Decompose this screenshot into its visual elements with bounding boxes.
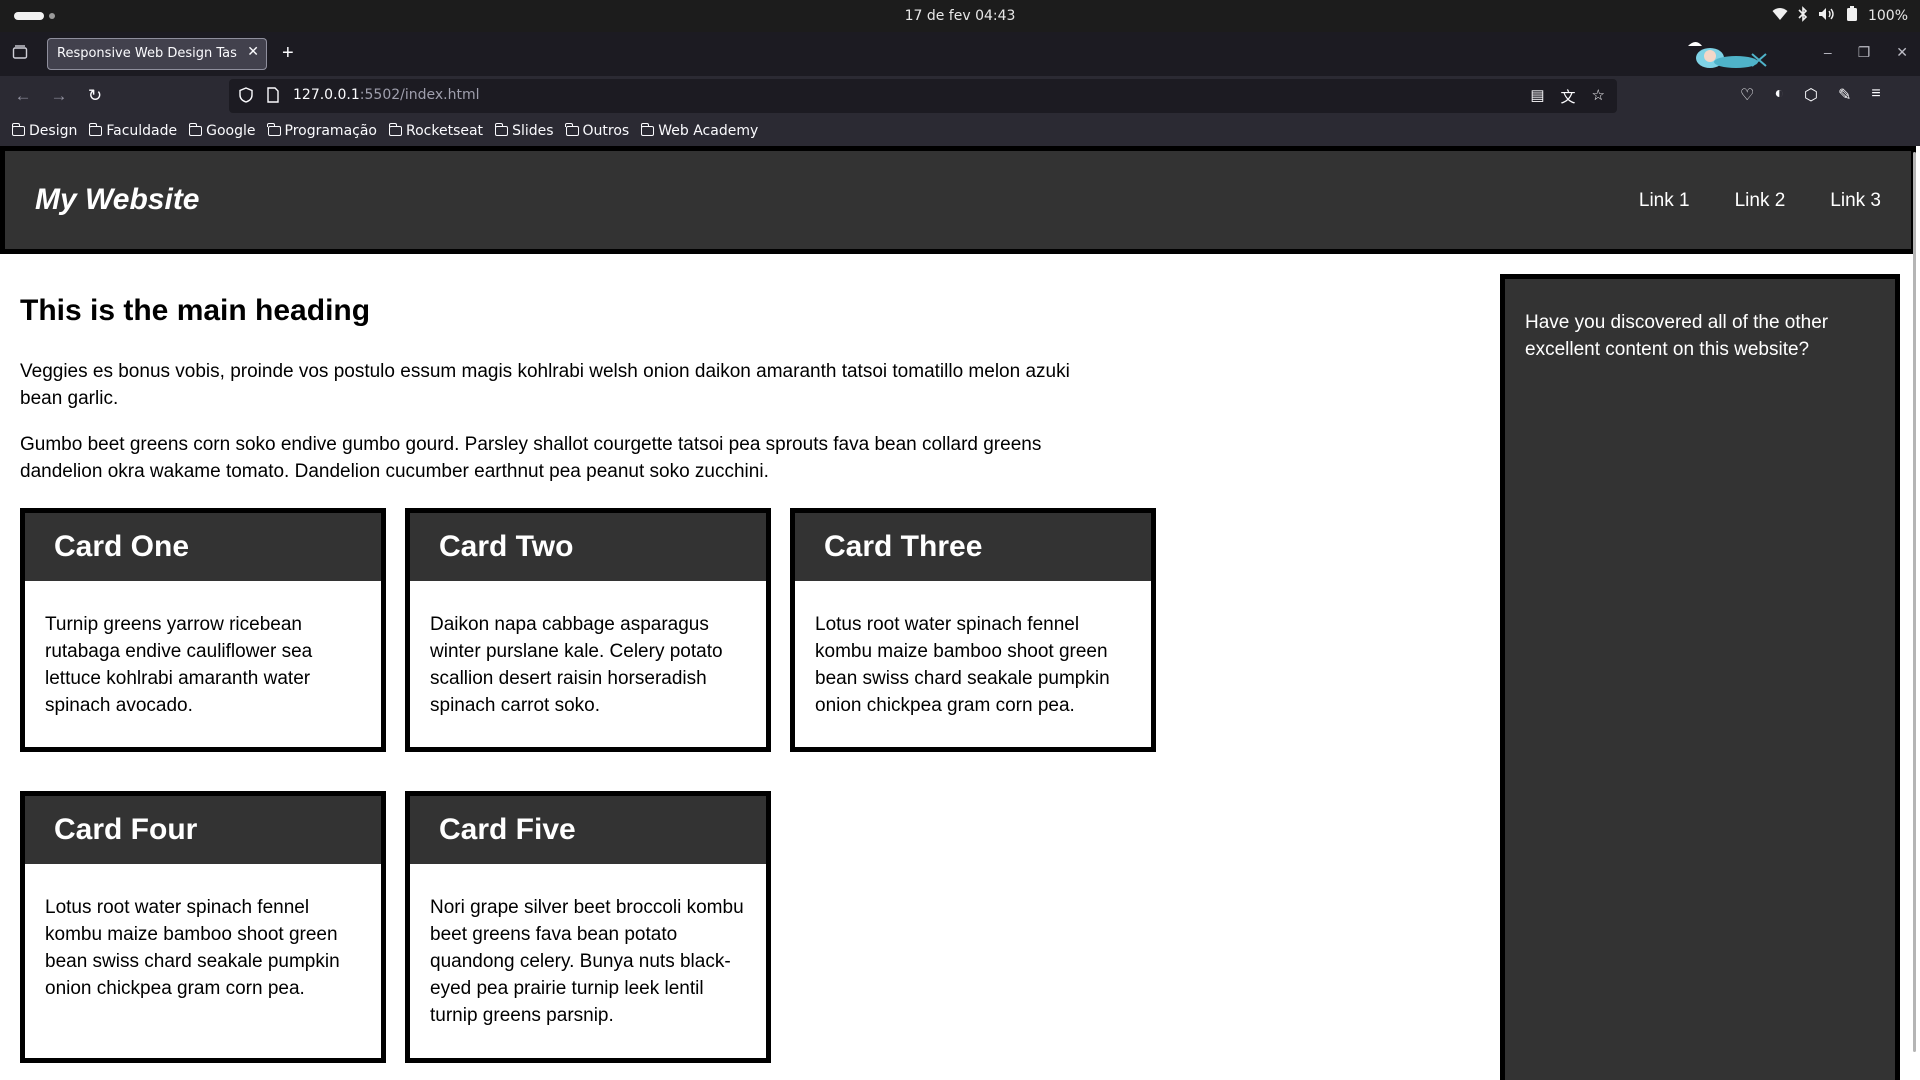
url-text[interactable]: 127.0.0.1:5502/index.html — [293, 87, 480, 103]
window-controls: – ❐ ✕ — [1824, 44, 1908, 61]
folder-icon — [640, 123, 655, 136]
bookmark-label: Programação — [284, 123, 378, 139]
intro-paragraph-2: Gumbo beet greens corn soko endive gumbo… — [20, 434, 1042, 482]
folder-icon — [88, 123, 103, 136]
bookmark-folder-web-academy[interactable]: Web Academy — [640, 123, 759, 139]
url-host: 127.0.0.1 — [293, 87, 360, 103]
nav-link-1[interactable]: Link 1 — [1639, 190, 1690, 212]
card-five: Card Five Nori grape silver beet broccol… — [405, 791, 771, 1063]
tab-close-icon[interactable]: ✕ — [247, 44, 259, 60]
menu-icon[interactable]: ≡ — [1871, 85, 1880, 105]
bookmark-folder-programacao[interactable]: Programação — [267, 123, 378, 139]
navigation-toolbar: ← → ↻ 127.0.0.1:5502/index.html ▤ 文 ☆ ♡ … — [0, 76, 1920, 116]
folder-icon — [11, 123, 25, 136]
os-top-bar: 17 de fev 04:43 100% — [0, 0, 1920, 32]
url-path: :5502/index.html — [359, 87, 480, 103]
close-window-icon[interactable]: ✕ — [1896, 44, 1908, 61]
battery-icon — [1846, 6, 1858, 26]
reader-view-icon[interactable]: ▤ — [1530, 86, 1544, 107]
card-text: Daikon napa cabbage asparagus winter pur… — [430, 614, 723, 716]
restore-icon[interactable]: ❐ — [1858, 44, 1871, 61]
bookmarks-bar: Design Faculdade Google Programação Rock… — [0, 116, 1920, 146]
clock[interactable]: 17 de fev 04:43 — [0, 8, 1920, 24]
forward-icon[interactable]: → — [48, 85, 70, 107]
eyedropper-icon[interactable]: ✎ — [1838, 85, 1851, 105]
sidebar-text: Have you discovered all of the other exc… — [1525, 312, 1829, 360]
tab-title: Responsive Web Design Task — [57, 46, 237, 61]
extensions-icon[interactable]: ⬡ — [1804, 85, 1818, 105]
bookmark-star-icon[interactable]: ☆ — [1592, 86, 1605, 107]
bookmark-label: Design — [29, 123, 78, 139]
page-scrollbar[interactable] — [1913, 152, 1916, 1052]
bookmark-folder-rocketseat[interactable]: Rocketseat — [388, 123, 484, 139]
reload-icon[interactable]: ↻ — [84, 85, 106, 107]
card-title: Card Four — [54, 813, 198, 846]
toolbar-actions: ♡ ◐ ⬡ ✎ ≡ — [1740, 85, 1881, 105]
folder-icon — [494, 123, 509, 136]
tab-strip: Responsive Web Design Task ✕ + – ❐ ✕ — [0, 32, 1920, 76]
bookmark-folder-outros[interactable]: Outros — [565, 123, 630, 139]
sidebar: Have you discovered all of the other exc… — [1500, 274, 1900, 1080]
bookmark-label: Faculdade — [106, 123, 178, 139]
site-nav: Link 1 Link 2 Link 3 — [1639, 190, 1881, 212]
bookmark-folder-slides[interactable]: Slides — [494, 123, 554, 139]
folder-icon — [188, 123, 203, 136]
bookmark-label: Google — [206, 123, 256, 139]
bookmark-label: Slides — [512, 123, 554, 139]
card-title: Card Three — [824, 530, 983, 563]
bookmark-folder-faculdade[interactable]: Faculdade — [88, 123, 178, 139]
minimize-icon[interactable]: – — [1824, 44, 1832, 61]
card-text: Lotus root water spinach fennel kombu ma… — [45, 897, 340, 999]
folder-icon — [388, 123, 402, 136]
nav-link-3[interactable]: Link 3 — [1830, 190, 1881, 212]
bookmark-label: Web Academy — [658, 123, 759, 139]
volume-icon — [1818, 7, 1836, 25]
page-viewport: My Website Link 1 Link 2 Link 3 This is … — [0, 146, 1920, 1080]
card-four: Card Four Lotus root water spinach fenne… — [20, 791, 386, 1063]
wifi-icon — [1772, 7, 1788, 25]
pocket-icon[interactable]: ♡ — [1740, 85, 1754, 105]
card-three: Card Three Lotus root water spinach fenn… — [790, 508, 1156, 752]
card-title: Card One — [54, 530, 190, 563]
browser-tab-active[interactable]: Responsive Web Design Task ✕ — [47, 38, 267, 70]
main-heading: This is the main heading — [20, 294, 371, 327]
battery-percent: 100% — [1867, 8, 1908, 24]
address-bar-actions: ▤ 文 ☆ — [1530, 86, 1605, 107]
bookmark-label: Outros — [582, 123, 630, 139]
translate-icon[interactable]: 文 — [1561, 86, 1576, 107]
folder-icon — [267, 123, 281, 136]
card-two: Card Two Daikon napa cabbage asparagus w… — [405, 508, 771, 752]
account-icon[interactable]: ◐ — [1774, 85, 1784, 105]
card-title: Card Five — [439, 813, 576, 846]
tab-list-icon[interactable] — [10, 44, 30, 64]
nav-link-2[interactable]: Link 2 — [1735, 190, 1786, 212]
system-status[interactable]: 100% — [1772, 6, 1908, 26]
shield-icon[interactable] — [239, 87, 253, 106]
address-bar[interactable]: 127.0.0.1:5502/index.html ▤ 文 ☆ — [229, 79, 1617, 113]
card-text: Lotus root water spinach fennel kombu ma… — [815, 614, 1110, 716]
folder-icon — [565, 123, 579, 136]
site-header: My Website Link 1 Link 2 Link 3 — [0, 146, 1916, 254]
page-icon[interactable] — [267, 87, 279, 106]
bookmark-label: Rocketseat — [406, 123, 484, 139]
bookmark-folder-design[interactable]: Design — [11, 123, 78, 139]
browser-theme-artwork — [1680, 36, 1780, 74]
card-one: Card One Turnip greens yarrow ricebean r… — [20, 508, 386, 752]
card-text: Nori grape silver beet broccoli kombu be… — [430, 897, 744, 1026]
card-title: Card Two — [439, 530, 574, 563]
site-logo[interactable]: My Website — [35, 183, 200, 217]
new-tab-icon[interactable]: + — [282, 42, 294, 64]
intro-paragraph-1: Veggies es bonus vobis, proinde vos post… — [20, 361, 1070, 409]
back-icon[interactable]: ← — [12, 85, 34, 107]
card-text: Turnip greens yarrow ricebean rutabaga e… — [45, 614, 313, 716]
bluetooth-icon — [1798, 6, 1808, 26]
bookmark-folder-google[interactable]: Google — [188, 123, 256, 139]
main-content: This is the main heading Veggies es bonu… — [20, 294, 1120, 482]
